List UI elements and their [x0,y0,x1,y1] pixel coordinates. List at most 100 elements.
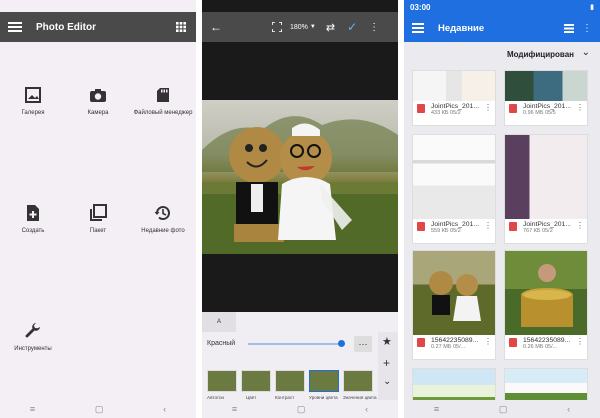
edited-photo [202,100,398,254]
file-meta: 0.26 МБ 05/... [523,344,558,350]
file-card[interactable]: 15642235089... 0.26 МБ 05/... ⋮ [504,250,588,360]
more-vert-icon[interactable]: ⋮ [582,23,592,34]
home-icon[interactable]: ▢ [95,404,104,415]
fit-screen-icon[interactable] [272,22,282,32]
file-card[interactable]: JointPics_201... 767 КБ 05/2 ⋮ [504,134,588,244]
more-vert-icon[interactable]: ⋮ [369,22,379,33]
intensity-slider[interactable] [248,340,345,347]
file-card[interactable]: JointPics_201... 559 КБ 05/2 ⋮ [412,134,496,244]
file-thumbnail [413,251,495,335]
wrench-icon [25,323,40,338]
file-name: JointPics_201... [431,221,479,228]
hay-figures-thumbnail [429,271,481,321]
file-card[interactable]: JointPics_201... 0.96 МБ 05/5 ⋮ [504,70,588,126]
menu-item-gallery[interactable]: Галерея [1,86,65,136]
file-thumbnail [413,135,495,219]
menu-item-batch[interactable]: Пакет [66,204,130,254]
back-arrow-icon[interactable]: ← [210,20,222,34]
file-more-icon[interactable]: ⋮ [576,221,584,230]
add-plus-icon[interactable]: + [383,356,390,370]
favorite-star-icon[interactable]: ★ [382,335,392,348]
battery-icon: ▮ [590,4,594,11]
camera-icon [90,89,106,102]
image-file-icon [509,338,517,347]
tab-adjust[interactable]: A [202,312,236,332]
file-thumbnail [505,71,587,101]
menu-item-create[interactable]: Создать [1,204,65,254]
status-bar: 03:00 ▮ [404,0,600,14]
more-options-button[interactable]: ⋯ [354,336,372,352]
man-in-tub-thumbnail [521,264,573,327]
sort-label: Модифицирован [506,50,574,59]
recent-apps-icon[interactable]: ≡ [232,404,237,414]
file-thumbnail [413,71,495,101]
menu-item-label: Инструменты [14,346,52,352]
menu-item-label: Создать [21,228,45,234]
file-more-icon[interactable]: ⋮ [576,337,584,346]
files-title: Недавние [438,22,485,34]
file-name: JointPics_201... [431,103,479,110]
history-icon [154,206,170,221]
image-file-icon [509,222,517,231]
system-nav-bar: ≡ ▢ ‹ [202,400,398,418]
grid-view-icon[interactable] [176,22,186,32]
home-icon[interactable]: ▢ [297,404,306,415]
compare-icon[interactable]: ⇄ [326,21,335,34]
file-more-icon[interactable]: ⋮ [484,103,492,112]
menu-item-label: Файловый менеджер [133,110,193,116]
system-nav-bar: ≡ ▢ ‹ [404,400,600,418]
file-more-icon[interactable]: ⋮ [576,103,584,112]
menu-item-label: Пакет [89,228,107,234]
editor-toolbar: ← 180% ▼ ⇄ ✓ ⋮ [202,12,398,42]
list-view-icon[interactable] [564,23,574,33]
sort-chevron-icon[interactable]: ⌄ [582,47,590,58]
file-more-icon[interactable]: ⋮ [484,221,492,230]
filter-thumb-autotone[interactable] [207,370,237,392]
files-app-bar: Недавние ⋮ [404,14,600,42]
menu-item-file-manager[interactable]: Файловый менеджер [131,86,195,136]
menu-item-tools[interactable]: Инструменты [1,322,65,372]
file-meta: 0.27 МБ 05/... [431,344,466,350]
image-file-icon [417,222,425,231]
apply-check-icon[interactable]: ✓ [347,20,357,34]
batch-icon [90,204,107,221]
file-thumbnail [505,135,587,219]
menu-item-label: Камера [87,110,109,116]
back-icon[interactable]: ‹ [567,404,570,414]
status-time: 03:00 [410,2,431,12]
menu-item-camera[interactable]: Камера [66,86,130,136]
file-card[interactable]: 15642235089... 0.27 МБ 05/... ⋮ [412,250,496,360]
image-file-icon [417,104,425,113]
file-thumbnail [505,251,587,335]
menu-item-label: Галерея [21,110,45,116]
filter-thumb-contrast[interactable] [275,370,305,392]
hay-figures-photo [202,116,398,254]
filter-thumb-color-levels[interactable] [309,370,339,392]
app-bar: Photo Editor [0,12,196,42]
menu-icon[interactable] [412,23,424,33]
sd-card-icon [157,88,169,102]
image-editor-panel: ← 180% ▼ ⇄ ✓ ⋮ A Красный ⋯ ★ + ⌄ Автотон… [202,0,398,418]
zoom-level[interactable]: 180% [290,24,308,31]
back-icon[interactable]: ‹ [163,404,166,414]
home-icon[interactable]: ▢ [499,404,508,415]
recent-apps-icon[interactable]: ≡ [30,404,35,414]
filter-thumb-color[interactable] [241,370,271,392]
sort-row[interactable]: Модифицирован ⌄ [404,42,600,66]
filter-thumb-color-values[interactable] [343,370,373,392]
file-more-icon[interactable]: ⋮ [484,337,492,346]
zoom-dropdown-icon[interactable]: ▼ [310,24,316,30]
screenshot-stage: Photo Editor Галерея Камера Файловый мен… [0,0,600,418]
menu-icon[interactable] [8,21,22,33]
adjust-tools-area: A Красный ⋯ ★ + ⌄ Автотон Цвет Контраст [202,312,398,418]
photo-editor-home-panel: Photo Editor Галерея Камера Файловый мен… [0,0,196,418]
expand-chevron-icon[interactable]: ⌄ [383,376,391,387]
recent-apps-icon[interactable]: ≡ [434,404,439,414]
file-card[interactable]: JointPics_201... 433 КБ 05/2 ⋮ [412,70,496,126]
menu-item-label: Недавние фото [141,228,185,234]
slider-thumb[interactable] [338,340,345,347]
back-icon[interactable]: ‹ [365,404,368,414]
file-name: JointPics_201... [523,103,571,110]
menu-item-recent-photos[interactable]: Недавние фото [131,204,195,254]
file-name: 15642235089... [431,337,479,344]
